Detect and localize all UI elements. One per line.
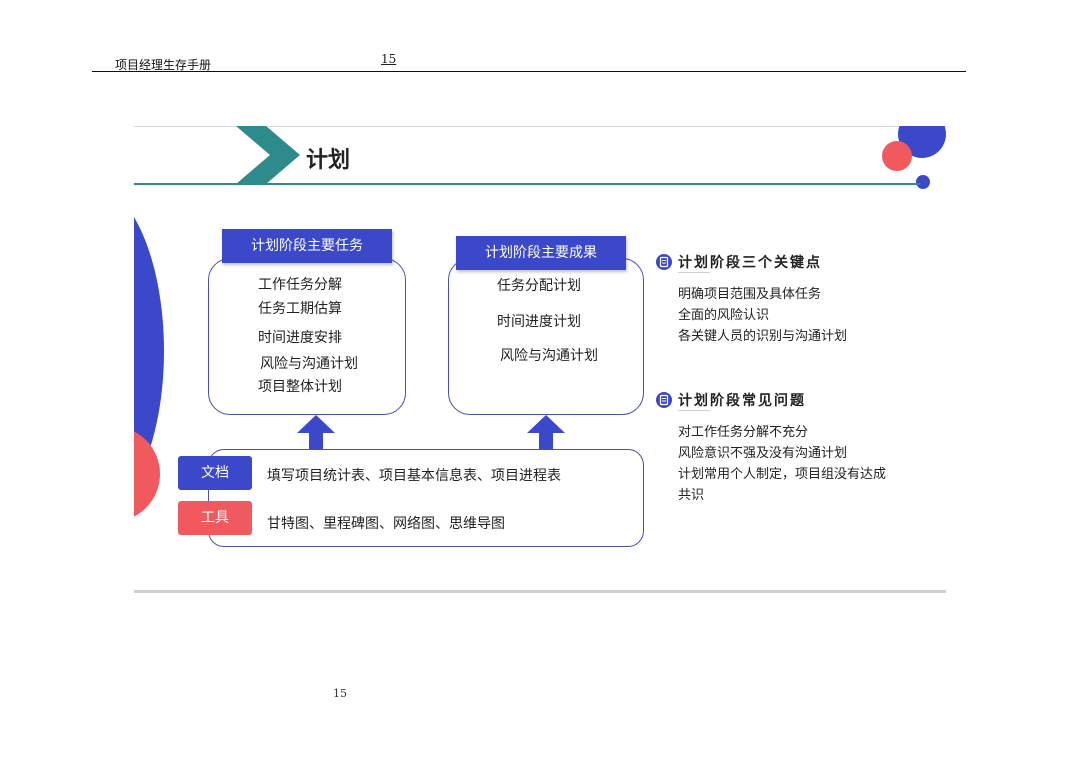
header-rule [92,71,966,72]
footer-page-number: 15 [333,687,347,700]
tool-label: 工具 [178,501,252,535]
task-item: 风险与沟通计划 [260,356,358,372]
slide-bottom-border [134,590,946,593]
task-item: 项目整体计划 [258,379,342,395]
title-chevron [236,126,300,184]
tasks-banner: 计划阶段主要任务 [222,229,392,263]
key-point-line: 明确项目范围及具体任务 [678,287,822,302]
common-issues-underline [678,410,710,411]
common-issues-heading: 计划阶段常见问题 [678,393,806,409]
key-point-line: 各关键人员的识别与沟通计划 [678,329,848,344]
key-point-line: 全面的风险认识 [678,308,770,323]
result-item: 任务分配计划 [497,278,581,294]
issue-line: 对工作任务分解不充分 [678,425,809,440]
up-arrow-left [297,415,335,449]
tool-text: 甘特图、里程碑图、网络图、思维导图 [267,516,505,532]
doc-label: 文档 [178,456,252,490]
title-rule [134,183,920,185]
issue-line: 风险意识不强及没有沟通计划 [678,446,848,461]
document-icon [656,392,672,408]
key-points-heading: 计划阶段三个关键点 [678,255,822,271]
document-icon [656,254,672,270]
key-points-underline [678,272,710,273]
task-item: 时间进度安排 [258,330,342,346]
doc-text: 填写项目统计表、项目基本信息表、项目进程表 [267,468,561,484]
results-banner: 计划阶段主要成果 [456,236,626,270]
issue-line: 共识 [678,488,705,503]
task-item: 任务工期估算 [258,301,342,317]
result-item: 时间进度计划 [497,314,581,330]
slide-title: 计划 [306,148,351,173]
up-arrow-right [527,415,565,449]
title-rule-dot [916,175,930,189]
header-page-number: 15 [381,52,397,66]
top-right-red-circle [882,141,912,171]
issue-line: 计划常用个人制定，项目组没有达成 [678,467,887,482]
result-item: 风险与沟通计划 [500,348,598,364]
task-item: 工作任务分解 [258,277,342,293]
slide: 计划 计划阶段主要任务 工作任务分解 任务工期估算 时间进度安排 风险与沟通计划… [134,126,946,594]
